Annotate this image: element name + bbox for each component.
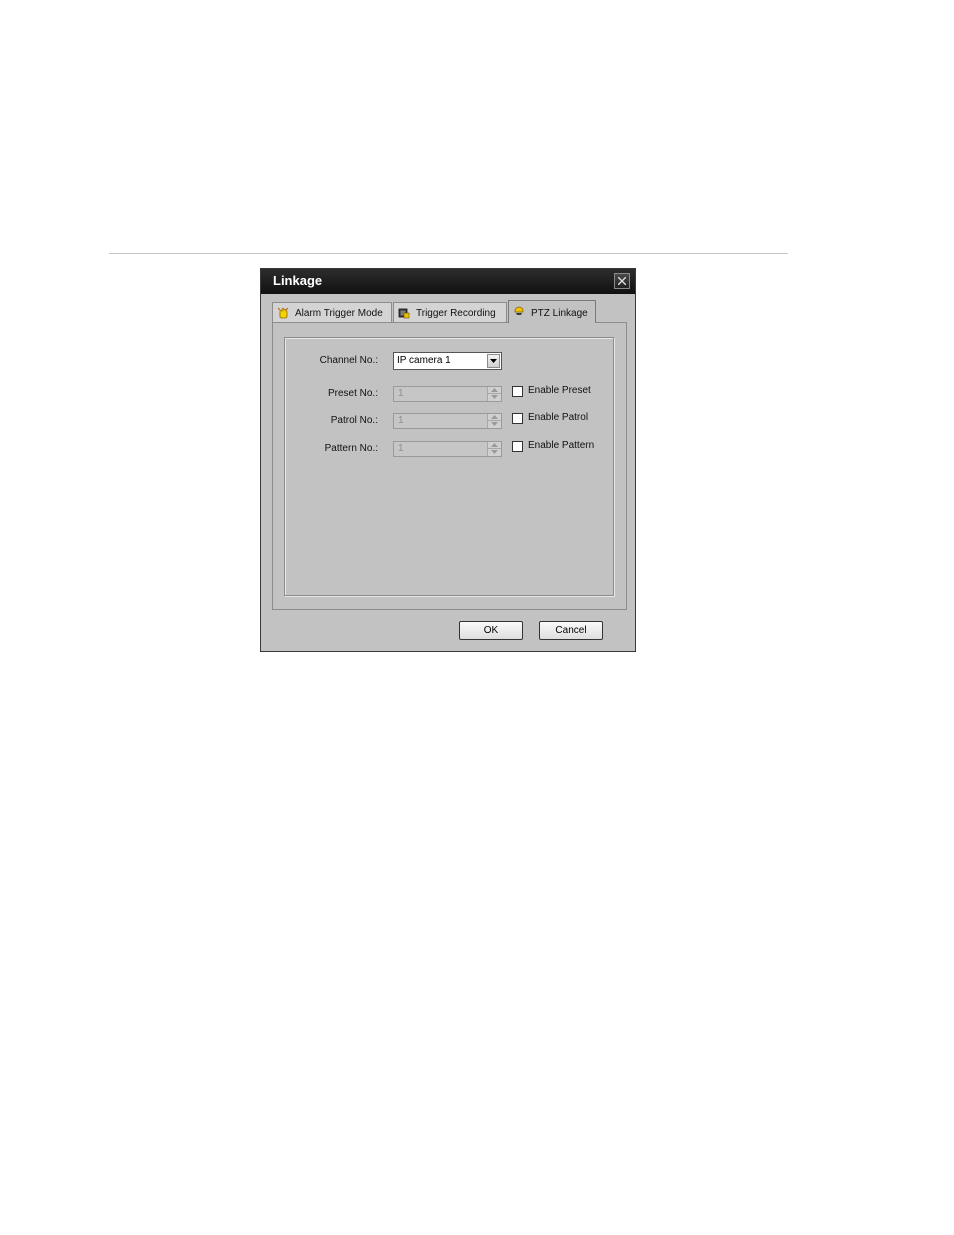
close-icon: [618, 277, 626, 285]
patrol-spin-buttons: [487, 414, 501, 428]
pattern-decrement-button[interactable]: [488, 449, 501, 456]
pattern-value: 1: [398, 443, 404, 454]
enable-patrol-label[interactable]: Enable Patrol: [528, 412, 588, 423]
preset-spin-buttons: [487, 387, 501, 401]
arrow-down-icon: [491, 450, 498, 454]
pattern-spin-buttons: [487, 442, 501, 456]
tab-ptz-linkage[interactable]: PTZ Linkage: [508, 300, 596, 323]
record-icon: [398, 308, 410, 319]
ptz-settings-group: Channel No.: IP camera 1 Preset No.: 1 E…: [284, 337, 614, 596]
pattern-increment-button[interactable]: [488, 442, 501, 449]
patrol-decrement-button[interactable]: [488, 421, 501, 428]
dialog-titlebar[interactable]: Linkage: [261, 269, 635, 294]
arrow-up-icon: [491, 415, 498, 419]
arrow-up-icon: [491, 388, 498, 392]
patrol-value: 1: [398, 415, 404, 426]
channel-dropdown-button[interactable]: [487, 354, 500, 368]
ptz-icon: [514, 306, 524, 315]
preset-decrement-button[interactable]: [488, 394, 501, 401]
patrol-number-stepper[interactable]: 1: [393, 413, 502, 429]
ok-button[interactable]: OK: [459, 621, 523, 640]
arrow-up-icon: [491, 443, 498, 447]
channel-value: IP camera 1: [397, 355, 451, 366]
tab-trigger-recording[interactable]: Trigger Recording: [393, 302, 507, 322]
preset-value: 1: [398, 388, 404, 399]
preset-label: Preset No.:: [327, 388, 378, 399]
chevron-down-icon: [490, 359, 497, 363]
linkage-dialog: Linkage Alarm Trigger Mode Trigger Recor…: [260, 268, 636, 652]
tab-alarm-trigger-mode[interactable]: Alarm Trigger Mode: [272, 302, 392, 322]
close-button[interactable]: [614, 273, 630, 289]
enable-pattern-checkbox[interactable]: [512, 441, 523, 452]
tab-label: Trigger Recording: [416, 308, 496, 319]
preset-number-stepper[interactable]: 1: [393, 386, 502, 402]
enable-preset-checkbox[interactable]: [512, 386, 523, 397]
pattern-label: Pattern No.:: [324, 443, 378, 454]
tab-label: PTZ Linkage: [531, 308, 588, 319]
alarm-hand-icon: [277, 307, 289, 319]
page-divider: [109, 253, 788, 254]
arrow-down-icon: [491, 422, 498, 426]
arrow-down-icon: [491, 395, 498, 399]
channel-select[interactable]: IP camera 1: [393, 352, 502, 370]
patrol-increment-button[interactable]: [488, 414, 501, 421]
enable-pattern-label[interactable]: Enable Pattern: [528, 440, 594, 451]
channel-label: Channel No.:: [319, 355, 378, 366]
tab-label: Alarm Trigger Mode: [295, 308, 383, 319]
enable-patrol-checkbox[interactable]: [512, 413, 523, 424]
preset-increment-button[interactable]: [488, 387, 501, 394]
dialog-title: Linkage: [273, 273, 323, 288]
pattern-number-stepper[interactable]: 1: [393, 441, 502, 457]
ptz-linkage-panel: Channel No.: IP camera 1 Preset No.: 1 E…: [272, 322, 627, 610]
patrol-label: Patrol No.:: [330, 415, 378, 426]
cancel-button[interactable]: Cancel: [539, 621, 603, 640]
enable-preset-label[interactable]: Enable Preset: [528, 385, 591, 396]
